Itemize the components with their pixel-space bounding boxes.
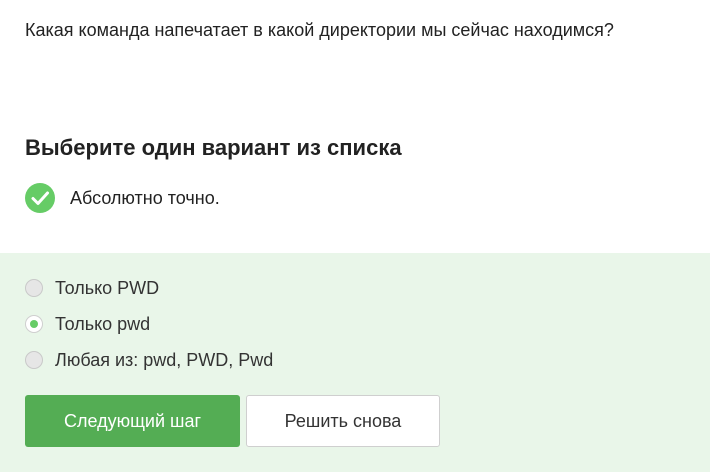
solve-again-button[interactable]: Решить снова — [246, 395, 440, 447]
option-label: Любая из: pwd, PWD, Pwd — [55, 349, 274, 370]
section-title: Выберите один вариант из списка — [25, 135, 402, 160]
question-text: Какая команда напечатает в какой директо… — [25, 20, 614, 40]
option-item[interactable]: Только pwd — [25, 312, 150, 336]
radio-button[interactable] — [25, 279, 43, 297]
option-item[interactable]: Любая из: pwd, PWD, Pwd — [25, 348, 273, 372]
option-item[interactable]: Только PWD — [25, 276, 159, 300]
next-step-button[interactable]: Следующий шаг — [25, 395, 240, 447]
radio-button[interactable] — [25, 351, 43, 369]
feedback-correct: Абсолютно точно. — [25, 183, 220, 213]
option-label: Только pwd — [55, 313, 151, 334]
feedback-text: Абсолютно точно. — [70, 187, 220, 208]
option-label: Только PWD — [55, 277, 160, 298]
check-circle-icon — [25, 183, 55, 213]
radio-button-selected[interactable] — [25, 315, 43, 333]
